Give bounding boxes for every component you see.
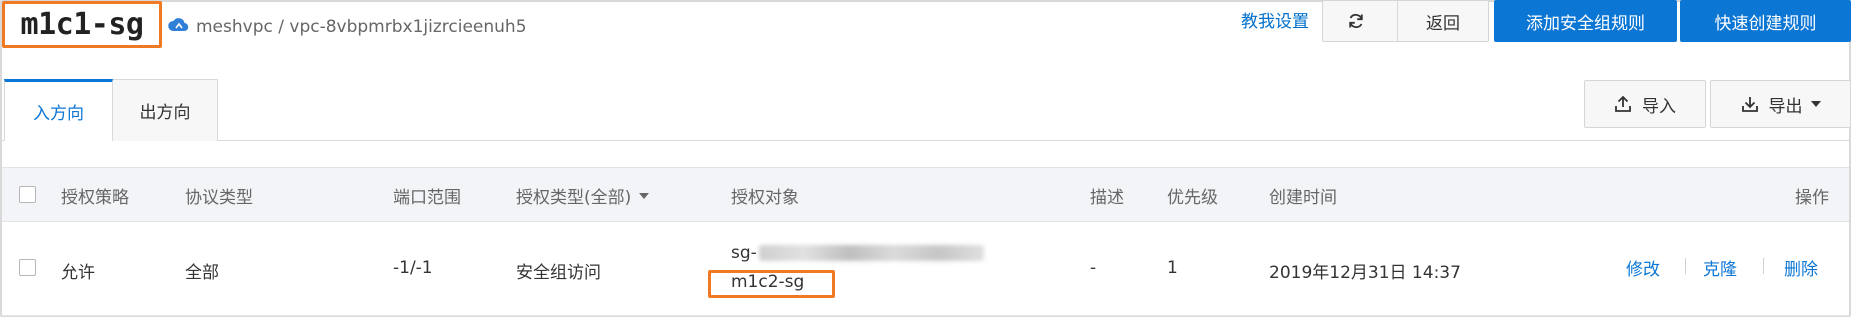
refresh-button[interactable]	[1322, 0, 1400, 42]
cell-policy: 允许	[61, 263, 95, 283]
teach-me-link[interactable]: 教我设置	[1241, 7, 1309, 32]
action-separator	[1763, 258, 1764, 274]
col-port: 端口范围	[393, 188, 461, 208]
cell-port: -1/-1	[393, 258, 433, 278]
cell-priority: 1	[1167, 258, 1178, 278]
select-all-checkbox[interactable]	[19, 186, 36, 203]
title-highlight: m1c1-sg	[2, 1, 162, 48]
download-icon	[1741, 97, 1758, 112]
table-header: 授权策略 协议类型 端口范围 授权类型(全部) 授权对象 描述 优先级 创建时间…	[2, 167, 1849, 222]
cell-desc: -	[1090, 258, 1097, 278]
col-policy: 授权策略	[61, 188, 129, 208]
col-auth-type-label: 授权类型(全部)	[516, 188, 632, 208]
cell-protocol: 全部	[185, 263, 219, 283]
redacted-sg-id	[758, 245, 984, 261]
col-desc: 描述	[1090, 188, 1124, 208]
cell-created: 2019年12月31日 14:37	[1269, 263, 1461, 283]
clone-link[interactable]: 克隆	[1703, 255, 1737, 280]
col-created: 创建时间	[1269, 188, 1337, 208]
tab-inbound[interactable]: 入方向	[4, 79, 113, 141]
page-title: m1c1-sg	[20, 7, 144, 42]
sg-name-highlight	[708, 270, 835, 298]
row-checkbox[interactable]	[19, 259, 36, 276]
upload-icon	[1615, 95, 1631, 112]
table-row	[2, 222, 1849, 316]
cell-auth-object-id: sg-	[731, 243, 984, 263]
sg-id-prefix: sg-	[731, 243, 757, 263]
refresh-icon	[1349, 13, 1363, 29]
import-label: 导入	[1642, 96, 1676, 117]
tab-outbound[interactable]: 出方向	[112, 79, 218, 141]
cell-auth-type: 安全组访问	[516, 263, 601, 283]
export-label: 导出	[1768, 96, 1803, 117]
edit-link[interactable]: 修改	[1626, 255, 1660, 280]
col-auth-object: 授权对象	[731, 188, 799, 208]
col-priority: 优先级	[1167, 188, 1218, 208]
filter-caret-icon	[639, 192, 650, 199]
col-protocol: 协议类型	[185, 188, 253, 208]
action-separator	[1685, 258, 1686, 274]
export-dropdown-button[interactable]: 导出	[1710, 80, 1851, 128]
add-sg-rule-button[interactable]: 添加安全组规则	[1494, 0, 1677, 42]
col-auth-type-filter[interactable]: 授权类型(全部)	[516, 168, 650, 223]
back-button[interactable]: 返回	[1397, 0, 1489, 42]
col-ops: 操作	[1795, 188, 1829, 208]
vpc-breadcrumb: meshvpc / vpc-8vbpmrbx1jizrcieenuh5	[196, 17, 527, 37]
vpc-cloud-icon	[168, 18, 189, 32]
quick-create-rule-button[interactable]: 快速创建规则	[1680, 0, 1851, 42]
caret-down-icon	[1810, 101, 1821, 107]
import-button[interactable]: 导入	[1584, 80, 1706, 128]
delete-link[interactable]: 删除	[1784, 255, 1818, 280]
tabs-divider	[2, 140, 1849, 141]
